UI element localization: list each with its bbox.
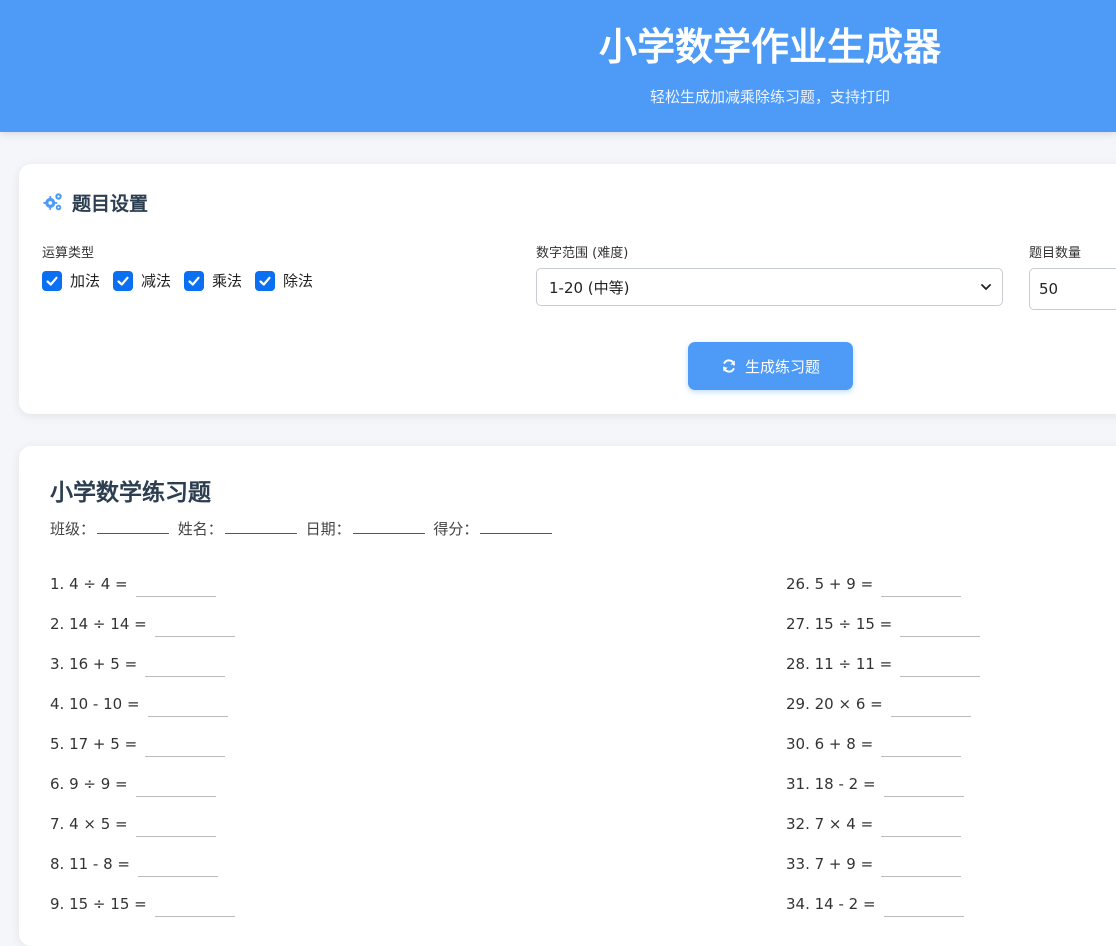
- refresh-icon: [722, 359, 735, 373]
- check-icon[interactable]: [113, 270, 134, 291]
- question-item: 31. 18 - 2 =: [786, 774, 980, 814]
- question-text: 3. 16 + 5 =: [50, 655, 138, 673]
- question-text: 6. 9 ÷ 9 =: [50, 775, 128, 793]
- number-range-value: 1-20 (中等): [549, 278, 630, 297]
- answer-blank: [147, 694, 228, 717]
- question-column-right: 26. 5 + 9 = 27. 15 ÷ 15 = 28. 11 ÷ 11 = …: [786, 574, 981, 934]
- question-item: 7. 4 × 5 =: [50, 814, 235, 854]
- answer-blank: [135, 574, 216, 597]
- app-subtitle: 轻松生成加减乘除练习题，支持打印: [649, 88, 890, 106]
- generate-button-label: 生成练习题: [744, 357, 820, 376]
- settings-panel: 题目设置 运算类型 加法 减法 乘法 除法 数字范围 (难度) 1-20 (中等…: [19, 164, 1116, 414]
- check-icon[interactable]: [42, 270, 62, 291]
- settings-heading: 题目设置: [42, 190, 149, 215]
- question-item: 34. 14 - 2 =: [786, 894, 980, 934]
- answer-blank: [145, 734, 226, 757]
- check-icon[interactable]: [255, 270, 276, 291]
- question-item: 5. 17 + 5 =: [50, 734, 235, 774]
- app-header: 小学数学作业生成器 轻松生成加减乘除练习题，支持打印: [0, 0, 1116, 132]
- checkbox-label: 乘法: [212, 272, 243, 290]
- class-label: 班级：: [50, 520, 96, 538]
- question-item: 32. 7 × 4 =: [786, 814, 980, 854]
- question-item: 27. 15 ÷ 15 =: [786, 614, 981, 654]
- question-text: 31. 18 - 2 =: [786, 775, 876, 793]
- question-item: 28. 11 ÷ 11 =: [786, 654, 981, 694]
- question-column-left: 1. 4 ÷ 4 = 2. 14 ÷ 14 = 3. 16 + 5 = 4. 1…: [50, 574, 235, 934]
- checkbox-division[interactable]: 除法: [255, 270, 313, 291]
- answer-blank: [900, 654, 981, 677]
- chevron-down-icon: [981, 284, 991, 291]
- question-item: 4. 10 - 10 =: [50, 694, 235, 734]
- answer-blank: [138, 854, 218, 877]
- worksheet-info-line: 班级： 姓名： 日期： 得分：: [50, 518, 556, 539]
- question-item: 29. 20 × 6 =: [786, 694, 980, 734]
- answer-blank: [881, 814, 962, 837]
- answer-blank: [900, 614, 981, 637]
- question-item: 2. 14 ÷ 14 =: [50, 614, 235, 654]
- checkbox-addition[interactable]: 加法: [42, 270, 100, 291]
- number-range-select[interactable]: 1-20 (中等): [536, 268, 1003, 306]
- gears-icon: [43, 193, 62, 211]
- question-item: 1. 4 ÷ 4 =: [50, 574, 235, 614]
- class-blank: [97, 519, 170, 534]
- question-text: 30. 6 + 8 =: [786, 735, 874, 753]
- checkbox-label: 减法: [141, 272, 172, 290]
- checkbox-label: 除法: [283, 272, 314, 290]
- question-item: 8. 11 - 8 =: [50, 854, 235, 894]
- operation-checkbox-group: 加法 减法 乘法 除法: [42, 270, 313, 291]
- question-text: 27. 15 ÷ 15 =: [786, 615, 893, 633]
- question-text: 9. 15 ÷ 15 =: [50, 895, 147, 913]
- checkbox-multiplication[interactable]: 乘法: [184, 270, 242, 291]
- question-text: 33. 7 + 9 =: [786, 855, 874, 873]
- app-title: 小学数学作业生成器: [598, 25, 941, 69]
- question-text: 7. 4 × 5 =: [50, 815, 128, 833]
- date-label: 日期：: [305, 520, 351, 538]
- question-item: 9. 15 ÷ 15 =: [50, 894, 235, 934]
- operation-type-label: 运算类型: [42, 246, 95, 261]
- question-item: 3. 16 + 5 =: [50, 654, 235, 694]
- checkbox-subtraction[interactable]: 减法: [113, 270, 171, 291]
- question-item: 26. 5 + 9 =: [786, 574, 980, 614]
- question-count-input[interactable]: 50: [1029, 268, 1116, 310]
- name-blank: [224, 519, 297, 534]
- question-text: 26. 5 + 9 =: [786, 575, 874, 593]
- answer-blank: [883, 894, 964, 917]
- worksheet: 小学数学练习题 班级： 姓名： 日期： 得分： 1. 4 ÷ 4 = 2. 14…: [19, 446, 1116, 946]
- settings-title: 题目设置: [72, 192, 149, 215]
- date-blank: [352, 519, 425, 534]
- question-text: 34. 14 - 2 =: [786, 895, 876, 913]
- score-blank: [480, 519, 553, 534]
- score-label: 得分：: [433, 520, 479, 538]
- answer-blank: [883, 774, 964, 797]
- name-label: 姓名：: [177, 520, 223, 538]
- answer-blank: [154, 614, 235, 637]
- question-item: 6. 9 ÷ 9 =: [50, 774, 235, 814]
- number-range-label: 数字范围 (难度): [536, 246, 629, 261]
- question-count-value: 50: [1039, 280, 1059, 298]
- worksheet-title: 小学数学练习题: [50, 480, 211, 506]
- answer-blank: [881, 574, 962, 597]
- answer-blank: [890, 694, 971, 717]
- generate-button[interactable]: 生成练习题: [688, 342, 853, 390]
- answer-blank: [135, 774, 216, 797]
- question-text: 32. 7 × 4 =: [786, 815, 874, 833]
- question-count-label: 题目数量: [1029, 246, 1082, 261]
- answer-blank: [881, 734, 962, 757]
- question-text: 1. 4 ÷ 4 =: [50, 575, 128, 593]
- answer-blank: [154, 894, 235, 917]
- question-text: 2. 14 ÷ 14 =: [50, 615, 147, 633]
- question-item: 30. 6 + 8 =: [786, 734, 980, 774]
- question-text: 8. 11 - 8 =: [50, 855, 130, 873]
- answer-blank: [135, 814, 216, 837]
- question-text: 29. 20 × 6 =: [786, 695, 883, 713]
- question-item: 33. 7 + 9 =: [786, 854, 980, 894]
- question-text: 5. 17 + 5 =: [50, 735, 138, 753]
- answer-blank: [881, 854, 962, 877]
- question-text: 28. 11 ÷ 11 =: [786, 655, 893, 673]
- checkbox-label: 加法: [70, 272, 101, 290]
- answer-blank: [145, 654, 226, 677]
- question-text: 4. 10 - 10 =: [50, 695, 140, 713]
- check-icon[interactable]: [184, 270, 205, 291]
